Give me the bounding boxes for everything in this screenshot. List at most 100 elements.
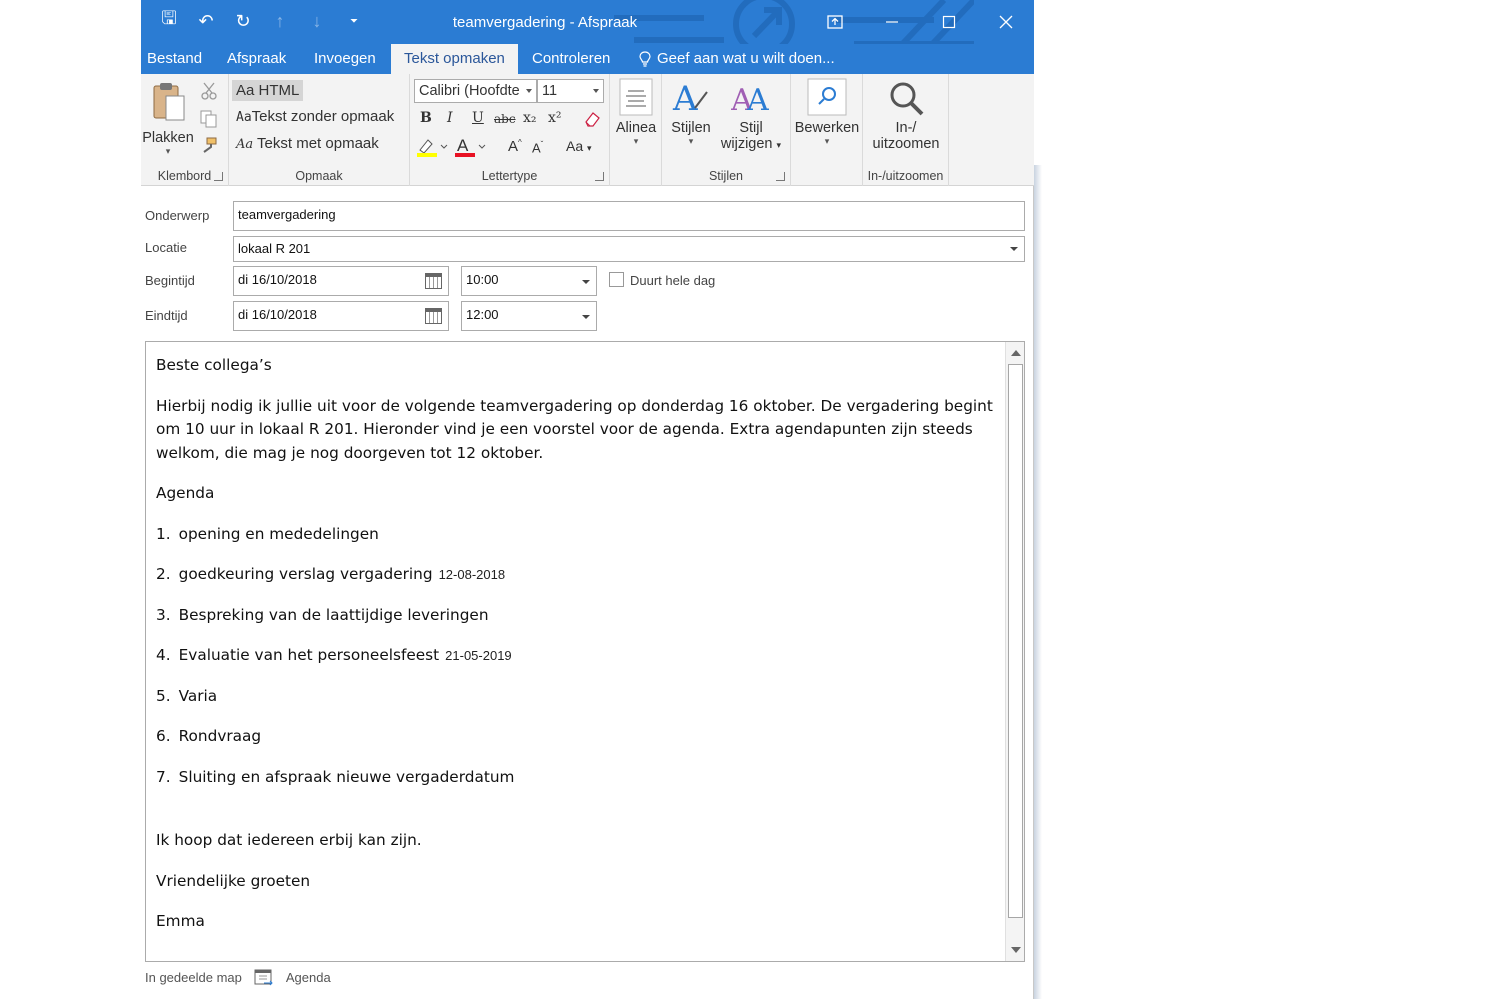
copy-button[interactable] — [200, 110, 218, 133]
subject-input[interactable]: teamvergadering — [233, 201, 1025, 231]
styles-button[interactable]: A Stijlen ▾ — [666, 78, 716, 147]
rich-text-button[interactable]: Aa Tekst met opmaak — [236, 135, 379, 152]
italic-button[interactable]: I — [447, 110, 453, 126]
svg-text:A: A — [672, 79, 698, 118]
agenda-item: 2. goedkeuring verslag vergadering 12-08-2… — [156, 563, 996, 587]
change-styles-label-2: wijzigen ▾ — [720, 136, 782, 152]
stijlen-launcher[interactable] — [776, 172, 785, 181]
klembord-launcher[interactable] — [214, 172, 223, 181]
calendar-icon[interactable] — [425, 273, 442, 289]
eraser-icon — [585, 112, 600, 127]
styles-label: Stijlen — [671, 120, 711, 136]
all-day-checkbox[interactable] — [609, 272, 624, 287]
tell-me-box[interactable]: Geef aan wat u wilt doen... — [639, 44, 835, 74]
underline-button[interactable]: U — [472, 110, 484, 126]
agenda-item-text: Sluiting en afspraak nieuwe vergaderdatu… — [178, 767, 515, 786]
strikethrough-button[interactable]: abc — [494, 112, 516, 126]
maximize-button[interactable] — [920, 0, 977, 44]
superscript-button[interactable]: x² — [548, 110, 562, 126]
footer-bar: In gedeelde map Agenda — [145, 968, 331, 986]
group-label-zoom: In-/uitzoomen — [867, 169, 944, 183]
clear-formatting-button[interactable] — [583, 110, 601, 133]
close-button[interactable] — [977, 0, 1034, 44]
intro-paragraph: Hierbij nodig ik jullie uit voor de volg… — [156, 396, 993, 462]
chevron-down-icon[interactable] — [582, 280, 590, 284]
paragraph-icon — [619, 78, 653, 116]
calendar-folder-icon — [254, 969, 273, 986]
agenda-list: 1. opening en mededelingen 2. goedkeuring v… — [156, 523, 996, 790]
lettertype-launcher[interactable] — [595, 172, 604, 181]
font-name-dropdown[interactable]: Calibri (Hoofdte — [414, 79, 537, 103]
tab-bestand[interactable]: Bestand — [141, 44, 208, 74]
group-bewerken: Bewerken ▾ — [791, 74, 863, 186]
paste-label: Plakken — [142, 130, 194, 146]
grow-font-button[interactable]: A^ — [508, 138, 522, 155]
vertical-scrollbar[interactable] — [1005, 342, 1024, 961]
paste-button[interactable]: Plakken ▾ — [142, 80, 194, 156]
appointment-window: 🖫 ↶ ↻ ↑ ↓ ⏷ teamvergadering - Afspraak Bestan… — [141, 0, 1034, 999]
zoom-button[interactable]: In-/ uitzoomen — [865, 78, 947, 152]
agenda-item-text: opening en mededelingen — [178, 524, 379, 543]
chevron-down-icon[interactable] — [582, 315, 590, 319]
scroll-up-icon[interactable] — [1011, 350, 1021, 356]
end-time-input[interactable]: 12:00 — [461, 301, 597, 331]
start-time-input[interactable]: 10:00 — [461, 266, 597, 296]
ribbon-display-options-button[interactable] — [806, 0, 863, 44]
highlight-button[interactable] — [416, 136, 450, 163]
change-styles-label-1: Stijl — [739, 120, 763, 136]
minimize-button[interactable] — [863, 0, 920, 44]
calendar-icon[interactable] — [425, 308, 442, 324]
group-alinea: Alinea ▾ — [610, 74, 662, 186]
format-painter-button[interactable] — [200, 136, 218, 159]
bold-button[interactable]: B — [420, 110, 432, 126]
agenda-item: 6. Rondvraag — [156, 725, 996, 749]
tab-afspraak[interactable]: Afspraak — [221, 44, 292, 74]
end-date-value: di 16/10/2018 — [238, 307, 317, 322]
font-size-dropdown[interactable]: 11 — [537, 79, 604, 103]
end-time-value: 12:00 — [466, 307, 499, 322]
html-format-button[interactable]: Aa HTML — [232, 80, 304, 101]
cut-button[interactable] — [200, 82, 218, 105]
agenda-item-number: 4. — [156, 646, 171, 664]
chevron-down-icon[interactable] — [1010, 247, 1018, 251]
ribbon-options-icon — [826, 15, 843, 29]
change-case-button[interactable]: Aa ▾ — [566, 138, 592, 154]
agenda-title: Agenda — [156, 484, 215, 502]
paste-icon — [153, 83, 185, 121]
plain-text-button[interactable]: AaTekst zonder opmaak — [236, 108, 394, 125]
scroll-thumb[interactable] — [1008, 364, 1023, 918]
change-case-label: Aa — [566, 138, 584, 154]
message-body[interactable]: Beste collega’s Hierbij nodig ik jullie … — [145, 341, 1025, 962]
group-label-stijlen: Stijlen — [708, 169, 744, 183]
agenda-item-text: Bespreking van de laattijdige leveringen — [178, 605, 489, 624]
agenda-item-number: 1. — [156, 524, 171, 543]
editing-button[interactable]: Bewerken ▾ — [793, 78, 861, 147]
zoom-label-1: In-/ — [895, 120, 917, 136]
agenda-item: 7. Sluiting en afspraak nieuwe vergaderda… — [156, 766, 996, 790]
editing-dropdown-icon: ▾ — [824, 136, 830, 146]
group-label-opmaak: Opmaak — [295, 169, 343, 183]
editing-label: Bewerken — [794, 120, 860, 136]
agenda-item-text: goedkeuring verslag vergadering — [178, 565, 433, 583]
subscript-button[interactable]: x₂ — [523, 110, 537, 126]
agenda-item-number: 5. — [156, 686, 171, 705]
font-name-value: Calibri (Hoofdte — [419, 83, 520, 99]
shrink-font-label: A — [532, 140, 541, 156]
group-zoom: In-/ uitzoomen In-/uitzoomen — [863, 74, 949, 186]
tab-invoegen[interactable]: Invoegen — [308, 44, 382, 74]
paragraph-dropdown-icon: ▾ — [633, 136, 639, 146]
shrink-font-button[interactable]: Aˇ — [532, 140, 543, 155]
calendar-folder-label[interactable]: Agenda — [286, 970, 331, 985]
change-styles-button[interactable]: AA Stijl wijzigen ▾ — [718, 78, 784, 152]
paragraph-button[interactable]: Alinea ▾ — [614, 78, 658, 147]
location-input[interactable]: lokaal R 201 — [233, 236, 1025, 262]
end-date-input[interactable]: di 16/10/2018 — [233, 301, 449, 331]
tab-controleren[interactable]: Controleren — [526, 44, 616, 74]
scroll-down-icon[interactable] — [1011, 947, 1021, 953]
agenda-item-number: 7. — [156, 767, 171, 786]
tab-tekst-opmaken[interactable]: Tekst opmaken — [391, 44, 518, 74]
message-text[interactable]: Beste collega’s Hierbij nodig ik jullie … — [156, 354, 996, 951]
font-color-button[interactable]: A — [454, 136, 488, 163]
start-date-input[interactable]: di 16/10/2018 — [233, 266, 449, 296]
agenda-item-number: 6. — [156, 727, 171, 745]
